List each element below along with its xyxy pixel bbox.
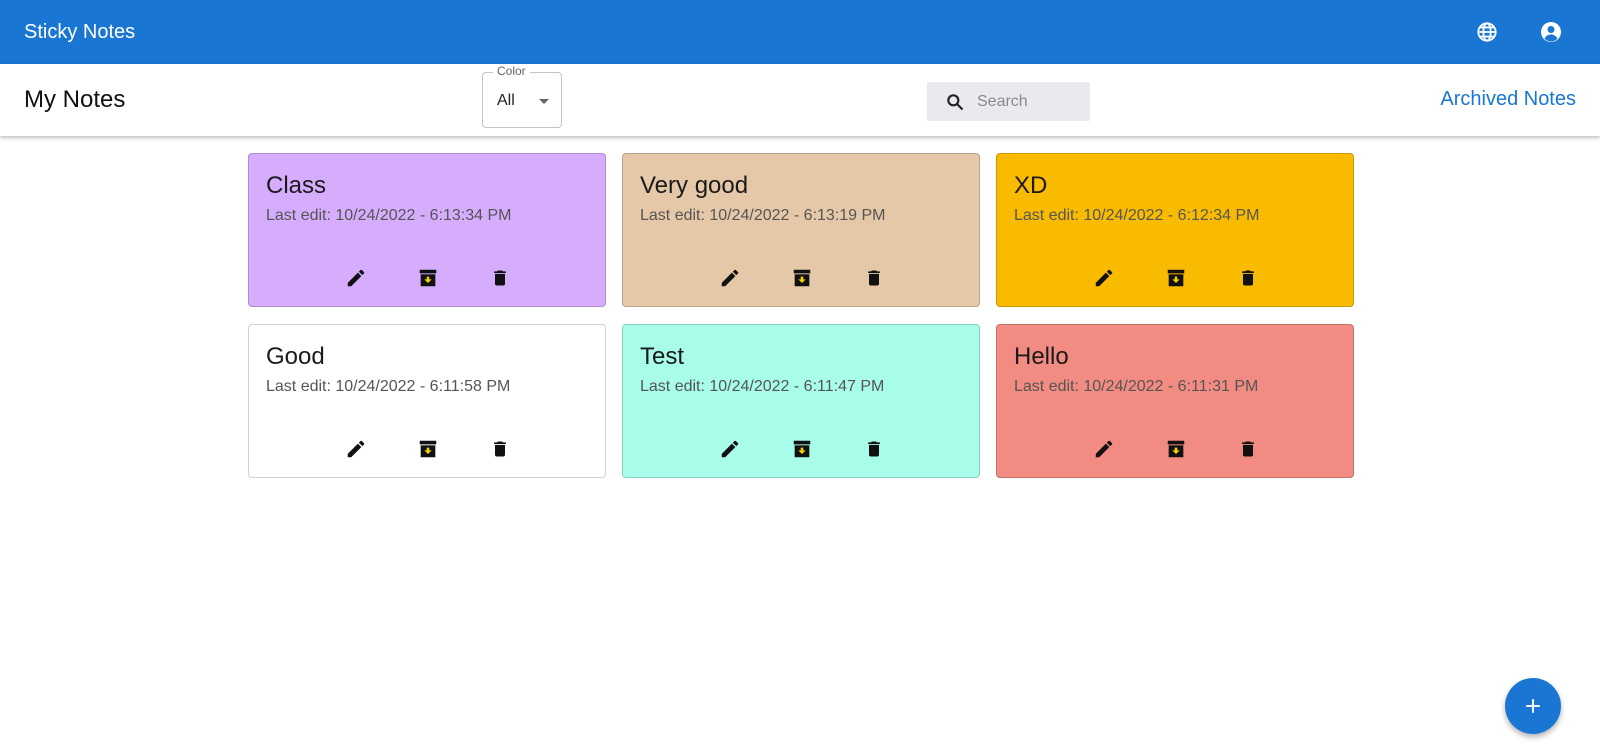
edit-icon (345, 267, 367, 289)
delete-icon (1238, 438, 1258, 460)
note-title: Good (266, 343, 325, 370)
note-actions (1092, 266, 1260, 290)
note-last-edit: Last edit: 10/24/2022 - 6:11:47 PM (640, 378, 885, 395)
note-last-edit: Last edit: 10/24/2022 - 6:13:34 PM (266, 207, 512, 224)
edit-note-button[interactable] (344, 437, 368, 461)
edit-icon (1093, 438, 1115, 460)
edit-icon (719, 267, 741, 289)
archive-note-button[interactable] (1164, 437, 1188, 461)
note-title: XD (1014, 172, 1048, 199)
delete-icon (864, 438, 884, 460)
delete-icon (490, 438, 510, 460)
globe-icon (1477, 22, 1497, 42)
edit-note-button[interactable] (344, 266, 368, 290)
note-card[interactable]: Good Last edit: 10/24/2022 - 6:11:58 PM (248, 324, 606, 478)
color-filter-label: Color (493, 64, 530, 78)
archive-icon (417, 438, 439, 460)
notes-toolbar: My Notes Color All Archived Notes (0, 64, 1600, 136)
delete-note-button[interactable] (488, 266, 512, 290)
delete-note-button[interactable] (1236, 266, 1260, 290)
archive-icon (1165, 267, 1187, 289)
edit-note-button[interactable] (1092, 266, 1116, 290)
note-title: Class (266, 172, 327, 199)
delete-icon (490, 267, 510, 289)
note-last-edit: Last edit: 10/24/2022 - 6:13:19 PM (640, 207, 886, 224)
language-button[interactable] (1471, 16, 1503, 48)
delete-icon (864, 267, 884, 289)
note-card[interactable]: Hello Last edit: 10/24/2022 - 6:11:31 PM (996, 324, 1354, 478)
note-title: Hello (1014, 343, 1069, 370)
note-actions (344, 266, 512, 290)
archive-icon (791, 267, 813, 289)
edit-icon (1093, 267, 1115, 289)
delete-note-button[interactable] (862, 266, 886, 290)
note-actions (344, 437, 512, 461)
page-title: My Notes (24, 86, 126, 113)
archive-note-button[interactable] (790, 266, 814, 290)
archive-icon (1165, 438, 1187, 460)
account-button[interactable] (1535, 16, 1567, 48)
archive-icon (791, 438, 813, 460)
note-last-edit: Last edit: 10/24/2022 - 6:11:31 PM (1014, 378, 1259, 395)
account-circle-icon (1541, 22, 1561, 42)
archive-note-button[interactable] (1164, 266, 1188, 290)
archive-note-button[interactable] (416, 437, 440, 461)
edit-icon (719, 438, 741, 460)
note-title: Very good (640, 172, 749, 199)
search-input[interactable] (977, 92, 1077, 111)
note-actions (718, 437, 886, 461)
note-title: Test (640, 343, 685, 370)
note-card[interactable]: XD Last edit: 10/24/2022 - 6:12:34 PM (996, 153, 1354, 307)
color-filter-value: All (497, 92, 515, 109)
note-card[interactable]: Very good Last edit: 10/24/2022 - 6:13:19… (622, 153, 980, 307)
note-last-edit: Last edit: 10/24/2022 - 6:11:58 PM (266, 378, 511, 395)
color-filter-select[interactable]: Color All (482, 64, 562, 128)
app-title: Sticky Notes (24, 20, 136, 43)
notes-grid: Class Last edit: 10/24/2022 - 6:13:34 PM V… (248, 153, 1354, 478)
chevron-down-icon (539, 99, 549, 104)
archived-notes-link[interactable]: Archived Notes (1440, 88, 1576, 111)
note-card[interactable]: Test Last edit: 10/24/2022 - 6:11:47 PM (622, 324, 980, 478)
note-actions (718, 266, 886, 290)
add-icon (1526, 699, 1540, 713)
app-bar: Sticky Notes (0, 0, 1600, 64)
search-icon (945, 91, 967, 113)
archive-note-button[interactable] (416, 266, 440, 290)
archive-icon (417, 267, 439, 289)
edit-icon (345, 438, 367, 460)
edit-note-button[interactable] (718, 266, 742, 290)
edit-note-button[interactable] (718, 437, 742, 461)
delete-note-button[interactable] (488, 437, 512, 461)
note-last-edit: Last edit: 10/24/2022 - 6:12:34 PM (1014, 207, 1260, 224)
note-actions (1092, 437, 1260, 461)
delete-note-button[interactable] (862, 437, 886, 461)
add-note-button[interactable] (1505, 678, 1561, 734)
delete-note-button[interactable] (1236, 437, 1260, 461)
archive-note-button[interactable] (790, 437, 814, 461)
delete-icon (1238, 267, 1258, 289)
note-card[interactable]: Class Last edit: 10/24/2022 - 6:13:34 PM (248, 153, 606, 307)
search-box (927, 82, 1090, 121)
edit-note-button[interactable] (1092, 437, 1116, 461)
